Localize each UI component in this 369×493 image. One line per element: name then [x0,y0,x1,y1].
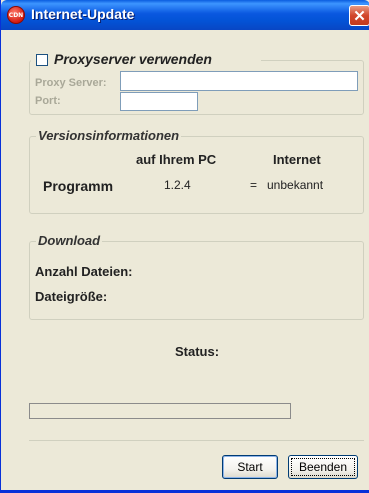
window-title: Internet-Update [31,6,135,22]
app-icon: CDN [7,6,25,24]
version-col-internet: Internet [273,152,321,167]
proxy-checkbox[interactable] [36,54,48,66]
button-panel [29,440,364,441]
proxy-port-input[interactable] [120,92,198,111]
proxy-checkbox-label[interactable]: Proxyserver verwenden [54,51,212,67]
file-size-label: Dateigröße: [35,289,108,304]
close-button[interactable]: ✕ [349,5,369,26]
quit-button[interactable]: Beenden [288,455,358,479]
version-group-label: Versionsinformationen [36,128,182,143]
file-count-label: Anzahl Dateien: [35,264,133,279]
download-group-label: Download [36,233,103,248]
download-group: Download [29,233,364,320]
proxy-port-label: Port: [35,95,61,107]
version-comparison: = [250,178,258,192]
status-label: Status: [175,344,220,359]
start-button[interactable]: Start [222,455,278,479]
progress-bar [29,403,291,419]
version-internet-value: unbekannt [267,178,324,192]
version-row-label: Programm [43,178,114,194]
version-col-local: auf Ihrem PC [136,152,217,167]
version-group: Versionsinformationen [29,128,364,214]
close-icon: ✕ [353,7,366,25]
update-window: CDN Internet-Update ✕ Proxyserver verwen… [0,0,369,493]
proxy-server-input[interactable] [120,71,358,91]
version-local-value: 1.2.4 [164,178,191,192]
title-bar[interactable]: CDN Internet-Update ✕ [1,0,369,30]
proxy-server-label: Proxy Server: [35,77,107,89]
